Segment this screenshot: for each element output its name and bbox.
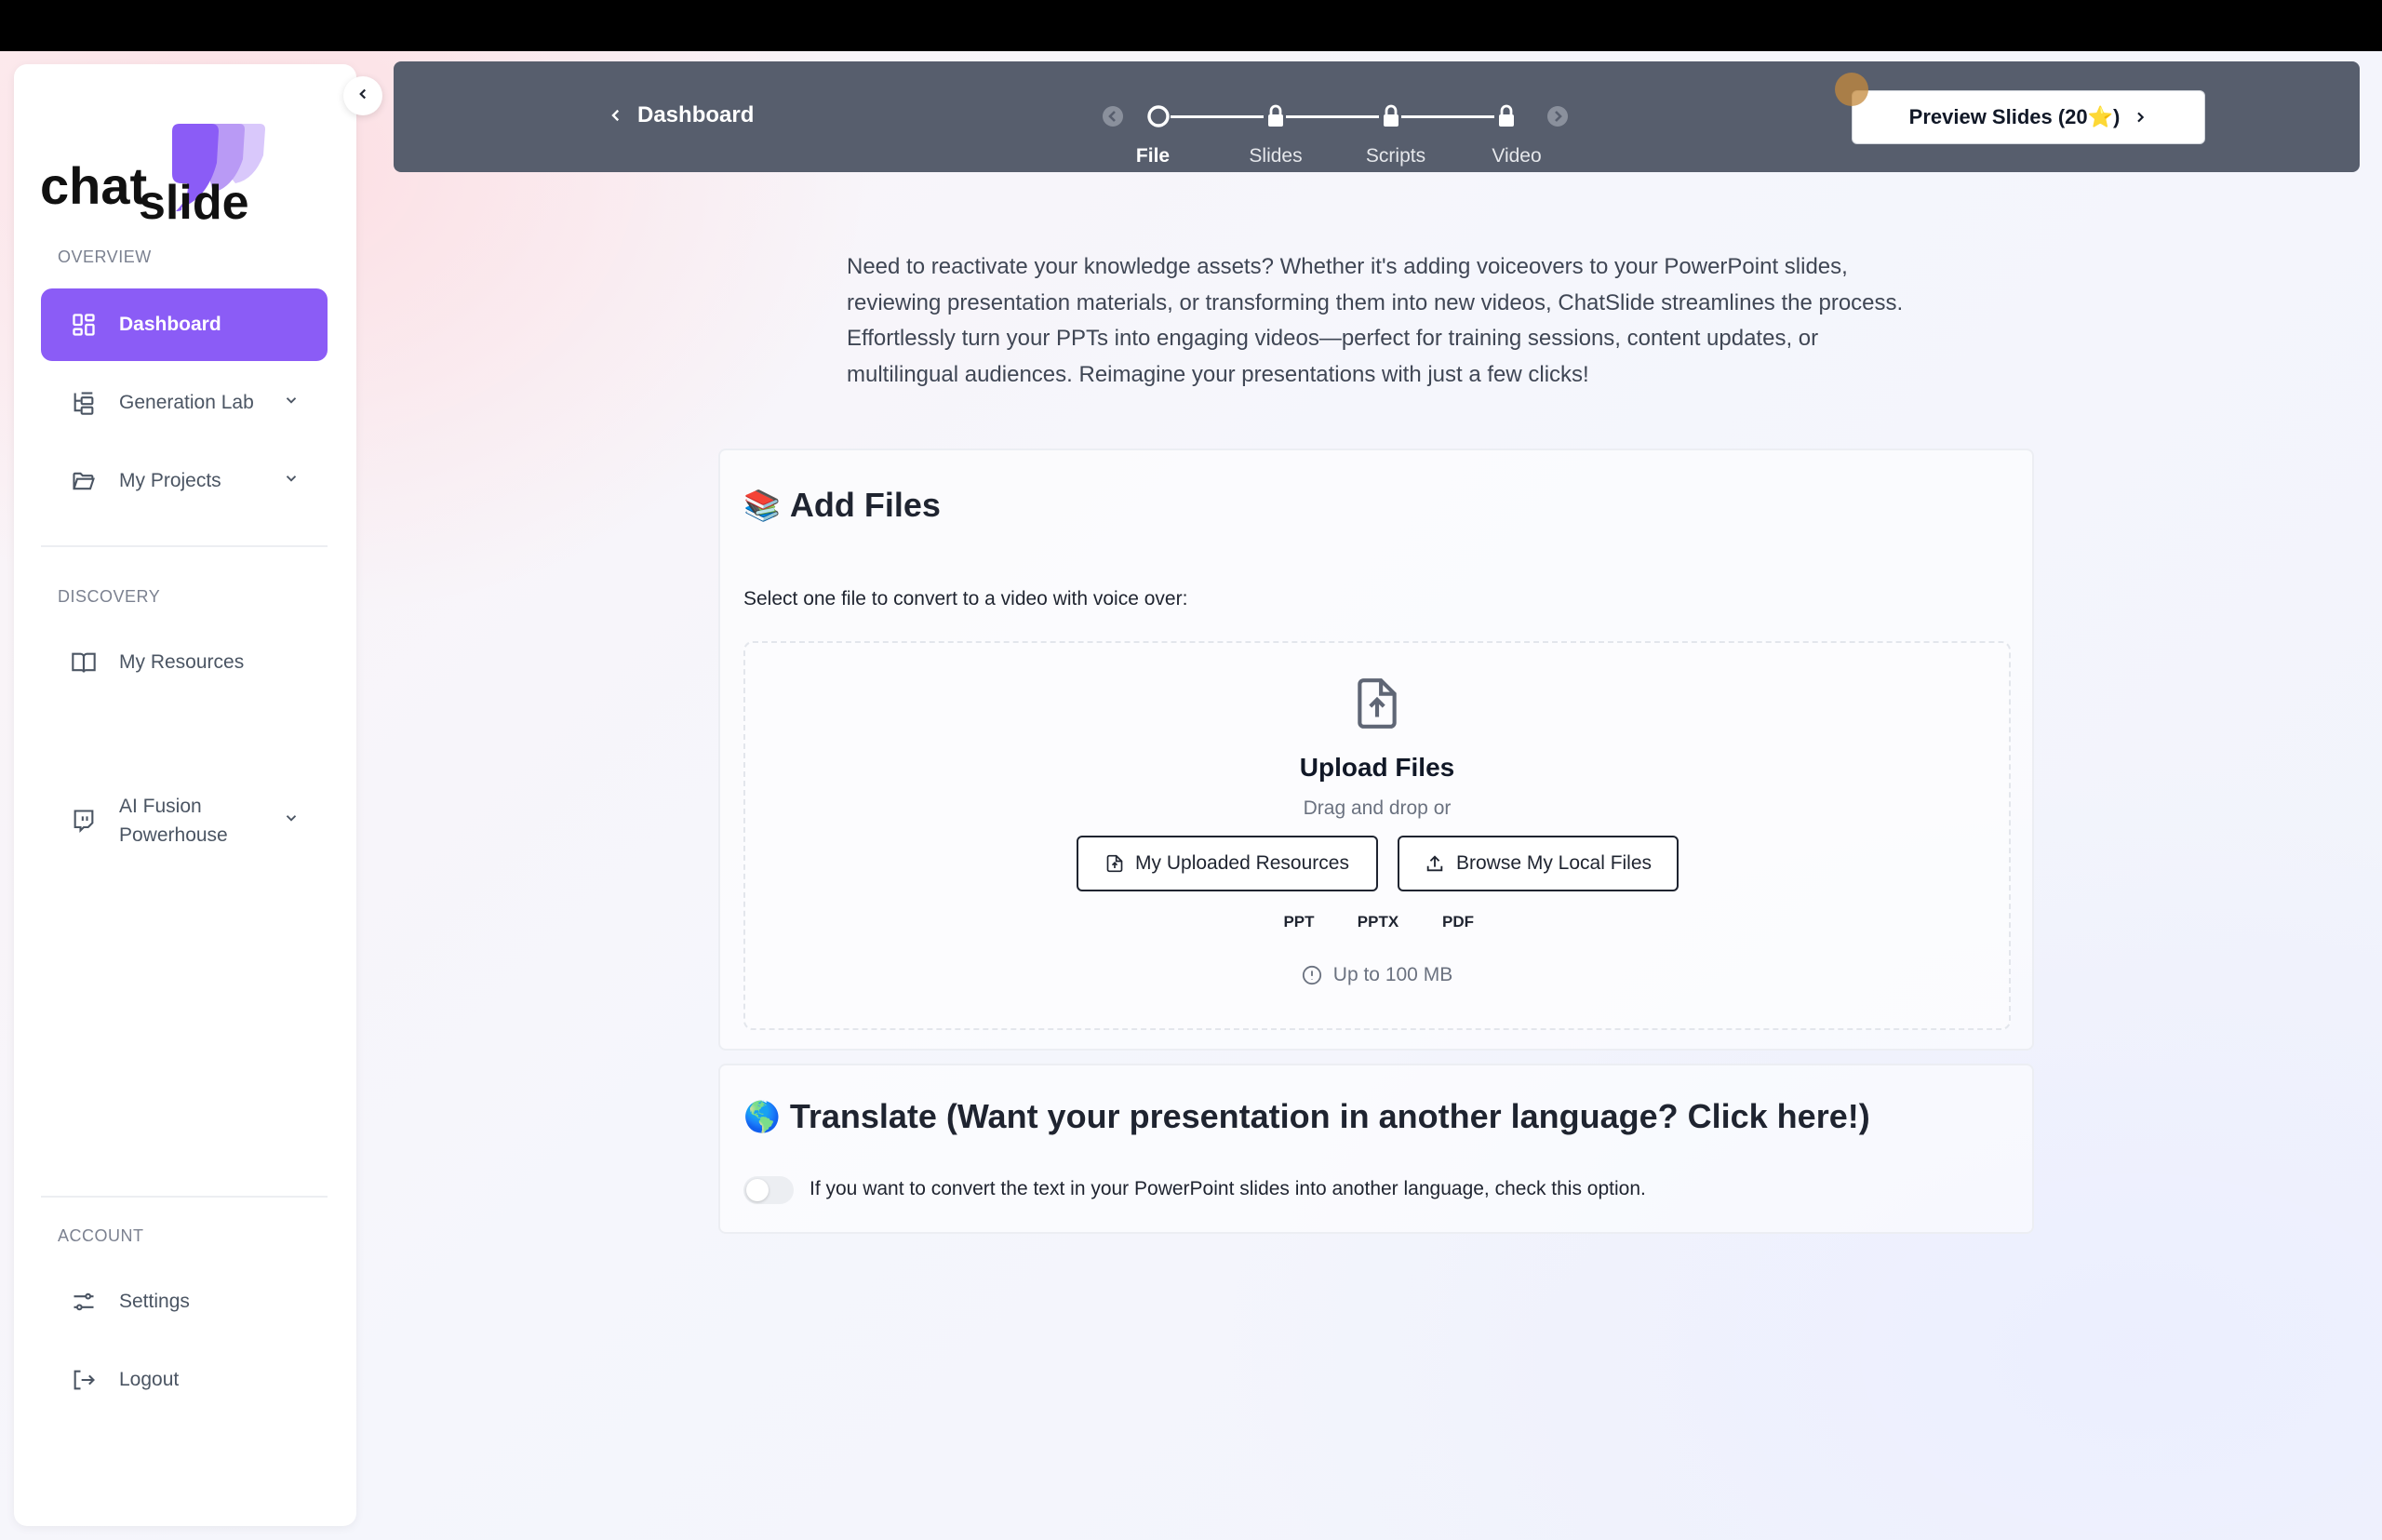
step-node-video-lock-icon	[1494, 104, 1519, 128]
browse-local-files-label: Browse My Local Files	[1455, 852, 1653, 874]
step-node-slides-lock-icon	[1264, 104, 1288, 128]
intro-paragraph: Need to reactivate your knowledge assets…	[847, 254, 1904, 387]
workflow-topbar: Dashboard File Slides Scripts Video Prev…	[394, 61, 2360, 172]
chevron-down-icon[interactable]	[283, 470, 300, 492]
file-type-ppt: PPT	[1283, 913, 1315, 931]
sidebar: chat slide OVERVIEW Dashboard Generation…	[14, 64, 356, 1526]
translate-card: 🌎 Translate (Want your presentation in a…	[718, 1064, 2034, 1234]
my-uploaded-resources-label: My Uploaded Resources	[1135, 852, 1349, 874]
mouse-cursor-indicator	[1835, 73, 1868, 106]
step-connector	[1401, 115, 1494, 118]
tree-icon	[69, 388, 99, 418]
step-node-scripts-lock-icon	[1379, 104, 1403, 128]
upload-icon	[1426, 855, 1443, 872]
step-prev-arrow-icon[interactable]	[1101, 104, 1125, 128]
back-to-dashboard-link[interactable]: Dashboard	[608, 102, 754, 128]
sidebar-item-label: Dashboard	[119, 314, 221, 335]
add-files-title-text: Add Files	[789, 486, 941, 524]
sidebar-divider	[41, 545, 328, 547]
dashboard-grid-icon	[69, 310, 99, 340]
sidebar-item-settings[interactable]: Settings	[41, 1265, 328, 1338]
sidebar-item-ai-fusion-powerhouse[interactable]: AI Fusion Powerhouse	[41, 784, 328, 857]
sidebar-item-generation-lab[interactable]: Generation Lab	[41, 367, 328, 439]
sidebar-item-my-resources[interactable]: My Resources	[41, 626, 328, 699]
progress-stepper: File Slides Scripts Video	[1101, 89, 1640, 167]
step-connector	[1286, 115, 1379, 118]
svg-text:chat: chat	[40, 156, 147, 215]
step-label-video: Video	[1492, 145, 1542, 167]
drag-drop-text: Drag and drop or	[1303, 797, 1452, 819]
sidebar-item-my-projects[interactable]: My Projects	[41, 445, 328, 517]
file-dropzone[interactable]: Upload Files Drag and drop or My Uploade…	[743, 641, 2011, 1030]
add-files-title: 📚 Add Files	[743, 486, 941, 525]
preview-slides-label: Preview Slides (20⭐)	[1908, 105, 2121, 128]
sidebar-collapse-button[interactable]	[343, 76, 382, 115]
section-label-overview: OVERVIEW	[58, 248, 152, 266]
sidebar-item-logout[interactable]: Logout	[41, 1344, 328, 1416]
section-label-discovery: DISCOVERY	[58, 587, 161, 606]
sidebar-divider	[41, 1196, 328, 1198]
sidebar-item-label: My Projects	[119, 470, 221, 491]
twitch-chat-icon	[69, 806, 99, 836]
my-uploaded-resources-button[interactable]: My Uploaded Resources	[1077, 836, 1378, 891]
info-circle-icon	[1302, 965, 1321, 985]
section-label-account: ACCOUNT	[58, 1226, 144, 1245]
upload-files-title: Upload Files	[1299, 753, 1455, 782]
add-files-subtitle: Select one file to convert to a video wi…	[743, 588, 1188, 609]
step-label-scripts: Scripts	[1365, 145, 1426, 167]
sidebar-item-label: AI Fusion Powerhouse	[119, 796, 228, 846]
folder-open-icon	[69, 466, 99, 496]
file-upload-small-icon	[1106, 854, 1123, 873]
sidebar-item-dashboard[interactable]: Dashboard	[41, 288, 328, 361]
step-connector	[1171, 115, 1264, 118]
sidebar-item-label: Logout	[119, 1369, 180, 1390]
file-type-pptx: PPTX	[1357, 913, 1399, 931]
books-icon: 📚	[743, 489, 781, 522]
preview-slides-button[interactable]: Preview Slides (20⭐)	[1852, 90, 2205, 144]
file-type-pdf: PDF	[1442, 913, 1474, 931]
logout-icon	[69, 1365, 99, 1395]
chevron-left-icon	[355, 86, 371, 107]
globe-icon: 🌎	[743, 1100, 781, 1133]
chevron-down-icon[interactable]	[283, 810, 300, 832]
svg-text:slide: slide	[139, 176, 249, 221]
translate-title-text[interactable]: Translate (Want your presentation in ano…	[790, 1097, 1870, 1136]
step-label-slides: Slides	[1249, 145, 1303, 167]
browse-local-files-button[interactable]: Browse My Local Files	[1398, 836, 1679, 891]
sidebar-item-label: Generation Lab	[119, 392, 254, 413]
step-node-file[interactable]	[1146, 104, 1171, 128]
add-files-card: 📚 Add Files Select one file to convert t…	[718, 449, 2034, 1051]
chevron-down-icon[interactable]	[283, 392, 300, 414]
step-next-arrow-icon[interactable]	[1546, 104, 1570, 128]
book-open-icon	[69, 648, 99, 677]
file-size-limit: Up to 100 MB	[745, 964, 2009, 986]
sidebar-item-label: Settings	[119, 1291, 190, 1312]
file-upload-icon	[745, 676, 2009, 730]
translate-title: 🌎 Translate (Want your presentation in a…	[743, 1097, 1870, 1136]
translate-toggle[interactable]	[743, 1176, 794, 1204]
file-size-limit-text: Up to 100 MB	[1332, 964, 1453, 985]
back-label: Dashboard	[637, 102, 755, 127]
sidebar-item-label: My Resources	[119, 651, 245, 673]
sliders-icon	[69, 1287, 99, 1317]
toggle-knob	[746, 1179, 769, 1201]
chevron-left-icon	[611, 109, 620, 122]
chevron-right-icon	[2137, 112, 2145, 123]
step-label-file: File	[1135, 145, 1171, 167]
translate-toggle-label: If you want to convert the text in your …	[810, 1178, 1646, 1199]
chatslide-logo[interactable]: chat slide	[40, 118, 319, 230]
